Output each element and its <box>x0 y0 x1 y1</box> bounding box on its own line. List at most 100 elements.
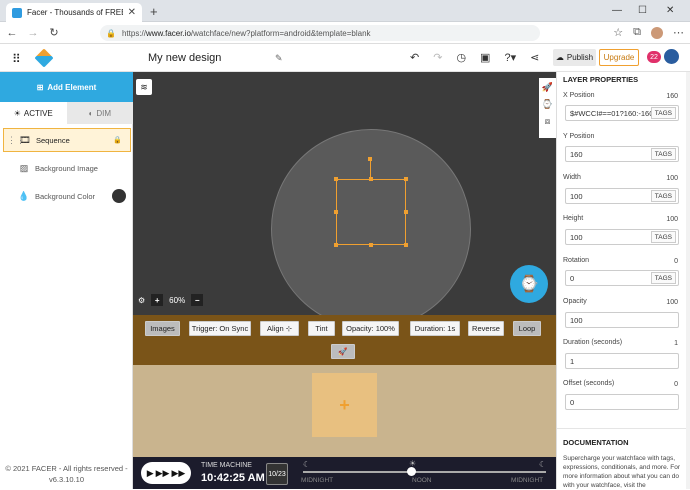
add-element-button[interactable]: ⊞ Add Element <box>0 72 133 102</box>
opacity-input[interactable]: 100 <box>565 312 679 328</box>
time-machine-time: 10:42:25 AM <box>201 472 265 484</box>
browser-tab-bar: Facer - Thousands of FREE watc ✕ + — ☐ ✕ <box>0 0 690 22</box>
publish-label: Publish <box>566 53 594 62</box>
minimize-icon[interactable]: — <box>612 5 622 16</box>
rocket-icon[interactable]: 🚀 <box>542 82 553 93</box>
selection-box[interactable] <box>336 179 406 245</box>
resize-handle[interactable] <box>404 210 408 214</box>
tab-dim[interactable]: ◐ DIM <box>66 102 133 124</box>
undo-icon[interactable]: ↶ <box>410 51 419 64</box>
tags-button[interactable]: TAGS <box>650 190 676 202</box>
redo-icon[interactable]: ↷ <box>433 51 442 64</box>
opacity-label: Opacity <box>563 298 587 305</box>
duration-input[interactable]: 1 <box>565 353 679 369</box>
url-field[interactable]: 🔒 https://www.facer.io/watchface/new?pla… <box>100 25 540 41</box>
add-element-label: Add Element <box>47 82 97 92</box>
edit-pencil-icon[interactable]: ✎ <box>275 53 283 64</box>
opacity-button[interactable]: Opacity: 100% <box>342 321 399 336</box>
color-swatch[interactable] <box>112 189 126 203</box>
duration-button[interactable]: Duration: 1s <box>410 321 460 336</box>
time-slider-track[interactable] <box>303 471 546 473</box>
resize-handle[interactable] <box>334 243 338 247</box>
trigger-button[interactable]: Trigger: On Sync <box>189 321 251 336</box>
add-frame-icon[interactable]: + <box>312 373 377 437</box>
browser-profile-avatar[interactable] <box>651 26 663 39</box>
browser-tab[interactable]: Facer - Thousands of FREE watc ✕ <box>6 3 142 22</box>
footer: © 2021 FACER - All rights reserved - v6.… <box>0 463 133 485</box>
more-menu-icon[interactable]: ⋯ <box>673 26 684 39</box>
favorite-star-icon[interactable]: ☆ <box>613 26 623 39</box>
tags-button[interactable]: TAGS <box>650 107 676 119</box>
resize-handle[interactable] <box>334 210 338 214</box>
rotate-handle[interactable] <box>368 157 372 161</box>
loop-button[interactable]: Loop <box>513 321 541 336</box>
rotation-input[interactable]: 0 TAGS <box>565 270 679 286</box>
x-position-input[interactable]: $#WCCI#==01?160:-160 TAGS <box>565 105 679 121</box>
reverse-button[interactable]: Reverse <box>468 321 504 336</box>
resize-handle[interactable] <box>369 243 373 247</box>
layer-label: Sequence <box>36 135 70 145</box>
resize-handle[interactable] <box>404 243 408 247</box>
height-input[interactable]: 100 TAGS <box>565 229 679 245</box>
rocket-animate-icon[interactable]: 🚀 <box>331 344 355 359</box>
images-button[interactable]: Images <box>145 321 180 336</box>
save-icon[interactable]: ▣ <box>480 51 490 64</box>
layer-background-image[interactable]: ▨ Background Image <box>3 156 131 180</box>
close-window-icon[interactable]: ✕ <box>666 5 674 16</box>
faster-forward-icon[interactable]: ▶▶ <box>171 468 185 479</box>
tags-button[interactable]: TAGS <box>650 272 676 284</box>
back-icon[interactable]: ← <box>3 27 21 39</box>
play-icon[interactable]: ▶ <box>147 468 154 479</box>
fast-forward-icon[interactable]: ▶▶ <box>156 468 170 479</box>
apps-grid-icon[interactable]: ⠿ <box>12 52 21 66</box>
header-actions: ↶ ↷ ◷ ▣ ?▾ ⋖ <box>410 51 539 64</box>
animation-toolbar: Images Trigger: On Sync Align ⊹ Tint Opa… <box>133 315 556 365</box>
layers-stack-icon[interactable]: ≋ <box>136 79 152 95</box>
user-avatar[interactable] <box>664 49 679 64</box>
help-icon[interactable]: ?▾ <box>504 51 516 64</box>
documentation-title: DOCUMENTATION <box>563 438 629 447</box>
new-tab-icon[interactable]: + <box>150 4 158 19</box>
forward-icon[interactable]: → <box>24 27 42 39</box>
notification-badge[interactable]: 22 <box>647 51 661 63</box>
resize-handle[interactable] <box>369 177 373 181</box>
tint-button[interactable]: Tint <box>308 321 335 336</box>
layer-label: Background Color <box>35 191 96 201</box>
history-icon[interactable]: ◷ <box>456 51 466 64</box>
facer-logo[interactable] <box>34 48 54 68</box>
drag-handle-icon[interactable]: ⋮⋮ <box>7 135 25 146</box>
offset-input[interactable]: 0 <box>565 394 679 410</box>
collections-icon[interactable]: ⧉ <box>633 26 641 39</box>
maximize-icon[interactable]: ☐ <box>638 5 647 16</box>
close-tab-icon[interactable]: ✕ <box>128 7 136 18</box>
layer-sequence[interactable]: ⋮⋮ 🎞 Sequence 🔒 <box>3 128 131 152</box>
watch-preview-button[interactable]: ⌚ <box>510 265 548 303</box>
design-canvas[interactable]: ≋ ⚙ + 60% − ⌚ <box>133 72 556 329</box>
zoom-out-button[interactable]: − <box>191 294 204 306</box>
zoom-in-button[interactable]: + <box>151 294 164 306</box>
publish-button[interactable]: ☁ Publish <box>553 49 596 66</box>
resize-handle[interactable] <box>404 177 408 181</box>
share-icon[interactable]: ⋖ <box>530 51 539 64</box>
watch-icon[interactable]: ⌚ <box>542 99 553 110</box>
image-icon: ▨ <box>19 162 29 173</box>
lock-layer-icon[interactable]: 🔒 <box>113 136 122 144</box>
y-position-input[interactable]: 160 TAGS <box>565 146 679 162</box>
tags-button[interactable]: TAGS <box>650 148 676 160</box>
design-name[interactable]: My new design <box>148 52 221 64</box>
tab-active[interactable]: ☀ ACTIVE <box>0 102 67 124</box>
playback-controls[interactable]: ▶ ▶▶ ▶▶ <box>141 462 191 484</box>
upgrade-button[interactable]: Upgrade <box>599 49 639 66</box>
align-button[interactable]: Align ⊹ <box>260 321 299 336</box>
watch-alt-icon[interactable]: ⧈ <box>545 116 551 127</box>
properties-scrollbar[interactable] <box>686 72 690 489</box>
layer-background-color[interactable]: 💧 Background Color <box>3 184 131 208</box>
width-input[interactable]: 100 TAGS <box>565 188 679 204</box>
refresh-icon[interactable]: ↻ <box>45 26 63 39</box>
y-position-label: Y Position <box>563 133 595 140</box>
date-picker[interactable]: 10/23 <box>266 463 288 485</box>
resize-handle[interactable] <box>334 177 338 181</box>
tags-button[interactable]: TAGS <box>650 231 676 243</box>
time-slider-knob[interactable] <box>407 467 416 476</box>
settings-gear-icon[interactable]: ⚙ <box>138 296 145 305</box>
